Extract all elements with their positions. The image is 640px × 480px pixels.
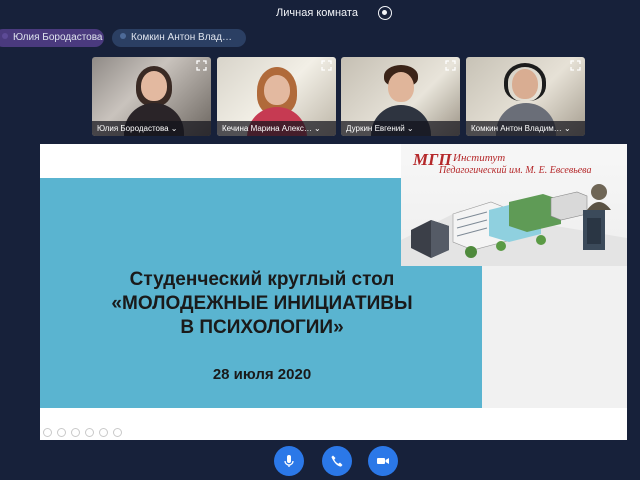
video-tile[interactable]: Юлия Бородастова ⌄	[92, 57, 211, 136]
participant-chip[interactable]: Комкин Антон Влад…	[112, 29, 246, 47]
participant-chip-label: Юлия Бородастова	[13, 32, 103, 43]
expand-icon[interactable]	[445, 60, 456, 71]
top-bar: Личная комната	[0, 0, 640, 26]
person-face	[512, 69, 538, 99]
video-tile[interactable]: Дуркин Евгений ⌄	[341, 57, 460, 136]
person-face	[388, 72, 414, 102]
campus-illustration	[401, 184, 627, 266]
participant-chip[interactable]: Юлия Бородастова	[0, 29, 104, 47]
participant-status-dot	[2, 33, 8, 39]
shared-slide: МГП Институт Педагогический им. М. Е. Ев…	[40, 144, 627, 408]
microphone-icon	[282, 454, 296, 468]
phone-icon	[330, 454, 344, 468]
slide-control-icon[interactable]	[113, 428, 122, 437]
camera-icon	[376, 454, 390, 468]
slide-control-icon[interactable]	[57, 428, 66, 437]
slide-title: Студенческий круглый стол «МОЛОДЕЖНЫЕ ИН…	[62, 268, 462, 340]
slide-date: 28 июля 2020	[212, 366, 312, 383]
slide-title-line: Студенческий круглый стол	[129, 269, 395, 290]
person-face	[141, 71, 167, 101]
person-face	[264, 75, 290, 105]
expand-icon[interactable]	[321, 60, 332, 71]
participant-status-dot	[120, 33, 126, 39]
expand-icon[interactable]	[570, 60, 581, 71]
microphone-button[interactable]	[274, 446, 304, 476]
participant-name: Комкин Антон Владим… ⌄	[466, 121, 585, 136]
slide-title-line: «МОЛОДЕЖНЫЕ ИНИЦИАТИВЫ	[111, 293, 413, 314]
institute-banner: МГП Институт Педагогический им. М. Е. Ев…	[401, 144, 627, 266]
camera-button[interactable]	[368, 446, 398, 476]
room-title: Личная комната	[276, 7, 358, 19]
record-icon[interactable]	[378, 6, 392, 20]
slide-control-icon[interactable]	[43, 428, 52, 437]
slide-control-icon[interactable]	[71, 428, 80, 437]
slide-grey-panel	[482, 266, 627, 408]
slide-controls	[40, 408, 627, 440]
institute-name-line2: Педагогический им. М. Е. Евсевьева	[439, 165, 592, 176]
institute-name-line1: Институт	[453, 152, 506, 164]
hangup-button[interactable]	[322, 446, 352, 476]
participant-name: Юлия Бородастова ⌄	[92, 121, 211, 136]
video-tile[interactable]: Комкин Антон Владим… ⌄	[466, 57, 585, 136]
expand-icon[interactable]	[196, 60, 207, 71]
video-tile[interactable]: Кечина Марина Алекс… ⌄	[217, 57, 336, 136]
participant-name: Кечина Марина Алекс… ⌄	[217, 121, 336, 136]
participant-chip-label: Комкин Антон Влад…	[131, 32, 232, 43]
slide-title-line: В ПСИХОЛОГИИ»	[180, 317, 344, 338]
slide-control-icon[interactable]	[99, 428, 108, 437]
slide-control-icon[interactable]	[85, 428, 94, 437]
participant-name: Дуркин Евгений ⌄	[341, 121, 460, 136]
